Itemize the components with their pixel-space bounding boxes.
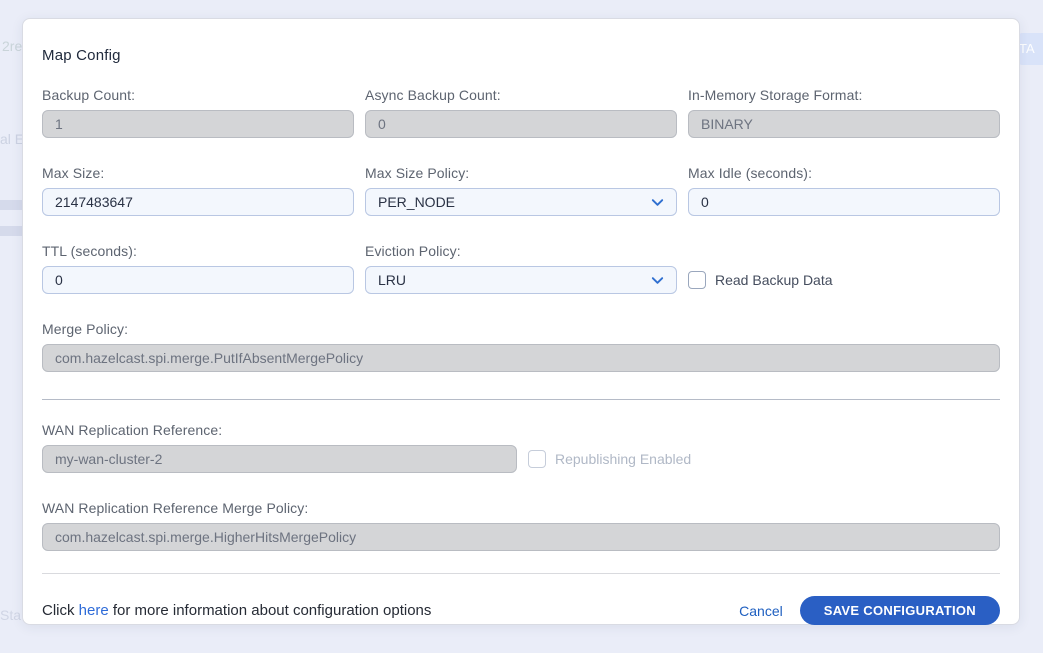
backdrop-text-fragment: 2re [2, 38, 22, 54]
in-memory-format-label: In-Memory Storage Format: [688, 87, 1000, 103]
max-size-policy-select[interactable]: PER_NODE [365, 188, 677, 216]
ttl-label: TTL (seconds): [42, 243, 354, 259]
chevron-down-icon [650, 273, 665, 288]
max-idle-input[interactable] [688, 188, 1000, 216]
read-backup-data-group: Read Backup Data [688, 243, 1000, 294]
form-row: Merge Policy: [42, 321, 1000, 372]
more-info-prefix: Click [42, 602, 79, 619]
async-backup-count-input [365, 110, 677, 138]
backup-count-label: Backup Count: [42, 87, 354, 103]
wan-replication-reference-label: WAN Replication Reference: [42, 422, 517, 438]
footer-divider [42, 573, 1000, 574]
wan-replication-reference-field-group: WAN Replication Reference: [42, 422, 517, 473]
eviction-policy-select[interactable]: LRU [365, 266, 677, 294]
max-idle-label: Max Idle (seconds): [688, 165, 1000, 181]
backdrop-row-fragment [0, 200, 22, 210]
backdrop-text-fragment: Sta [0, 607, 21, 623]
form-row: Backup Count: Async Backup Count: In-Mem… [42, 87, 1000, 138]
dialog-title: Map Config [42, 47, 1000, 64]
backdrop-button-fragment: TA [1019, 33, 1043, 65]
more-info-link[interactable]: here [79, 602, 109, 619]
eviction-policy-label: Eviction Policy: [365, 243, 677, 259]
wan-merge-policy-field-group: WAN Replication Reference Merge Policy: [42, 500, 1000, 551]
max-size-policy-selected-value: PER_NODE [378, 194, 455, 210]
chevron-down-icon [650, 195, 665, 210]
merge-policy-field-group: Merge Policy: [42, 321, 1000, 372]
max-size-policy-label: Max Size Policy: [365, 165, 677, 181]
max-size-policy-field-group: Max Size Policy: PER_NODE [365, 165, 677, 216]
republishing-enabled-checkbox [528, 450, 546, 468]
read-backup-data-checkbox[interactable] [688, 271, 706, 289]
in-memory-format-field-group: In-Memory Storage Format: [688, 87, 1000, 138]
cancel-button[interactable]: Cancel [739, 603, 783, 619]
wan-replication-reference-input [42, 445, 517, 473]
save-configuration-button[interactable]: SAVE CONFIGURATION [800, 596, 1000, 625]
form-row: Max Size: Max Size Policy: PER_NODE Max … [42, 165, 1000, 216]
async-backup-count-label: Async Backup Count: [365, 87, 677, 103]
more-info-suffix: for more information about configuration… [109, 602, 432, 619]
read-backup-data-label: Read Backup Data [715, 272, 833, 288]
merge-policy-input [42, 344, 1000, 372]
ttl-input[interactable] [42, 266, 354, 294]
wan-merge-policy-label: WAN Replication Reference Merge Policy: [42, 500, 1000, 516]
form-row: TTL (seconds): Eviction Policy: LRU Read… [42, 243, 1000, 294]
form-row: WAN Replication Reference: Republishing … [42, 422, 1000, 473]
ttl-field-group: TTL (seconds): [42, 243, 354, 294]
max-idle-field-group: Max Idle (seconds): [688, 165, 1000, 216]
eviction-policy-field-group: Eviction Policy: LRU [365, 243, 677, 294]
eviction-policy-selected-value: LRU [378, 272, 406, 288]
republishing-enabled-label: Republishing Enabled [555, 451, 691, 467]
max-size-label: Max Size: [42, 165, 354, 181]
max-size-field-group: Max Size: [42, 165, 354, 216]
merge-policy-label: Merge Policy: [42, 321, 1000, 337]
wan-merge-policy-input [42, 523, 1000, 551]
backdrop-row-fragment [0, 226, 22, 236]
backdrop-text-fragment: al E [0, 131, 24, 147]
section-divider [42, 399, 1000, 400]
map-config-dialog: Map Config Backup Count: Async Backup Co… [22, 18, 1020, 625]
in-memory-format-input [688, 110, 1000, 138]
dialog-footer: Click here for more information about co… [42, 596, 1000, 625]
max-size-input[interactable] [42, 188, 354, 216]
footer-actions: Cancel SAVE CONFIGURATION [739, 596, 1000, 625]
form-row: WAN Replication Reference Merge Policy: [42, 500, 1000, 551]
async-backup-count-field-group: Async Backup Count: [365, 87, 677, 138]
backup-count-input [42, 110, 354, 138]
more-info-text: Click here for more information about co… [42, 602, 431, 619]
republishing-enabled-group: Republishing Enabled [528, 422, 840, 473]
backup-count-field-group: Backup Count: [42, 87, 354, 138]
